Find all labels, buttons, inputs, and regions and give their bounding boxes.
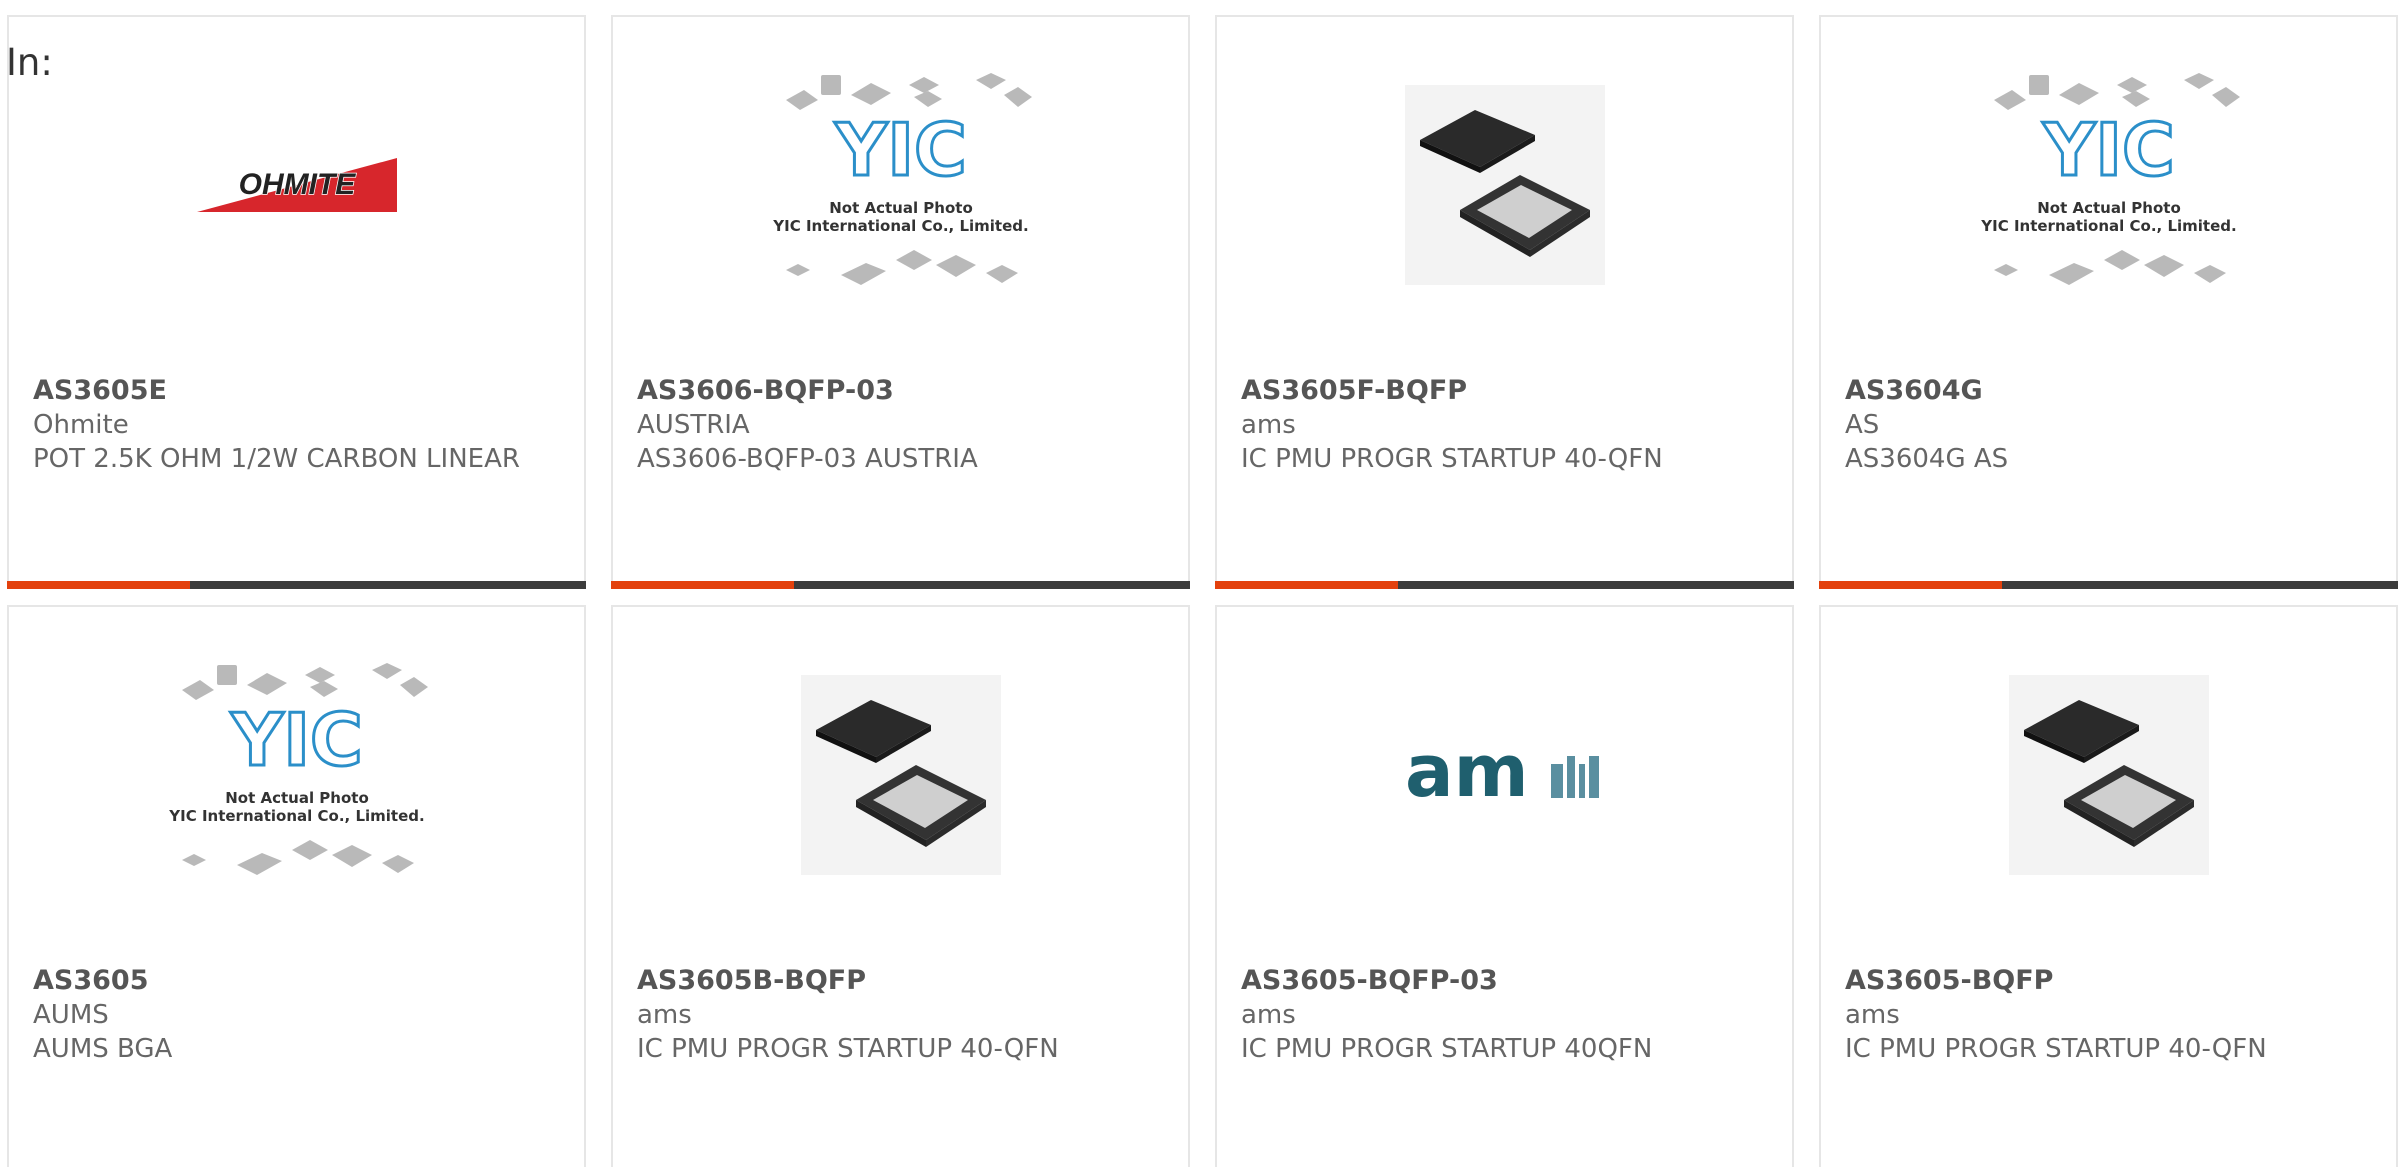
product-card[interactable]: YIC Not Actual Photo YIC International C… (7, 605, 586, 1167)
part-number[interactable]: AS3605-BQFP-03 (1241, 964, 1772, 998)
card-footer-bar (1215, 581, 1794, 589)
manufacturer: AUMS (33, 1000, 109, 1030)
placeholder-line1: Not Actual Photo (2037, 199, 2181, 217)
manufacturer: AUSTRIA (637, 410, 750, 440)
part-number[interactable]: AS3605B-BQFP (637, 964, 1168, 998)
svg-text:YIC: YIC (2042, 108, 2175, 192)
description: IC PMU PROGR STARTUP 40-QFN (1241, 444, 1663, 474)
manufacturer: Ohmite (33, 410, 129, 440)
ams-logo-text: am (1405, 740, 1529, 810)
manufacturer: ams (1241, 1000, 1296, 1030)
placeholder-line1: Not Actual Photo (829, 199, 973, 217)
yic-placeholder-image: YIC Not Actual Photo YIC International C… (9, 663, 584, 875)
part-number[interactable]: AS3605 (33, 964, 564, 998)
product-card[interactable]: YIC Not Actual Photo YIC International C… (611, 15, 1190, 589)
svg-text:YIC: YIC (834, 108, 967, 192)
card-accent-bar (1819, 581, 2002, 589)
manufacturer: ams (1845, 1000, 1900, 1030)
card-accent-bar (1215, 581, 1398, 589)
manufacturer: ams (1241, 410, 1296, 440)
filter-label: In: (6, 41, 53, 84)
description: AS3606-BQFP-03 AUSTRIA (637, 444, 978, 474)
placeholder-line2: YIC International Co., Limited. (1980, 217, 2236, 235)
description: AS3604G AS (1845, 444, 2009, 474)
qfn-chip-photo (613, 675, 1188, 875)
ams-logo: am (1217, 675, 1792, 875)
product-card[interactable]: am AS3605-BQFP-03 ams IC PMU PROGR START… (1215, 605, 1794, 1167)
product-grid-page: In: OHMITE AS3605E Ohmite POT 2.5K OHM 1… (0, 0, 2400, 1167)
part-number[interactable]: AS3606-BQFP-03 (637, 374, 1168, 408)
qfn-chip-photo (1217, 85, 1792, 285)
placeholder-line2: YIC International Co., Limited. (772, 217, 1028, 235)
qfn-chip-photo (1821, 675, 2396, 875)
description: POT 2.5K OHM 1/2W CARBON LINEAR (33, 444, 520, 474)
description: IC PMU PROGR STARTUP 40-QFN (637, 1034, 1059, 1064)
card-accent-bar (7, 581, 190, 589)
manufacturer: AS (1845, 410, 1880, 440)
manufacturer: ams (637, 1000, 692, 1030)
product-card[interactable]: YIC Not Actual Photo YIC International C… (1819, 15, 2398, 589)
part-number[interactable]: AS3605-BQFP (1845, 964, 2376, 998)
description: IC PMU PROGR STARTUP 40-QFN (1845, 1034, 2267, 1064)
product-card[interactable]: AS3605-BQFP ams IC PMU PROGR STARTUP 40-… (1819, 605, 2398, 1167)
product-card[interactable]: AS3605B-BQFP ams IC PMU PROGR STARTUP 40… (611, 605, 1190, 1167)
ohmite-logo: OHMITE (9, 85, 584, 285)
product-card[interactable]: AS3605F-BQFP ams IC PMU PROGR STARTUP 40… (1215, 15, 1794, 589)
placeholder-line2: YIC International Co., Limited. (168, 807, 424, 825)
part-number[interactable]: AS3605E (33, 374, 564, 408)
card-footer-bar (1819, 581, 2398, 589)
yic-placeholder-image: YIC Not Actual Photo YIC International C… (613, 73, 1188, 285)
svg-text:YIC: YIC (230, 698, 363, 782)
description: IC PMU PROGR STARTUP 40QFN (1241, 1034, 1653, 1064)
card-accent-bar (611, 581, 794, 589)
placeholder-line1: Not Actual Photo (225, 789, 369, 807)
description: AUMS BGA (33, 1034, 173, 1064)
product-card[interactable]: OHMITE AS3605E Ohmite POT 2.5K OHM 1/2W … (7, 15, 586, 589)
part-number[interactable]: AS3604G (1845, 374, 2376, 408)
part-number[interactable]: AS3605F-BQFP (1241, 374, 1772, 408)
ohmite-logo-text: OHMITE (238, 168, 356, 201)
card-footer-bar (7, 581, 586, 589)
yic-placeholder-image: YIC Not Actual Photo YIC International C… (1821, 73, 2396, 285)
card-footer-bar (611, 581, 1190, 589)
